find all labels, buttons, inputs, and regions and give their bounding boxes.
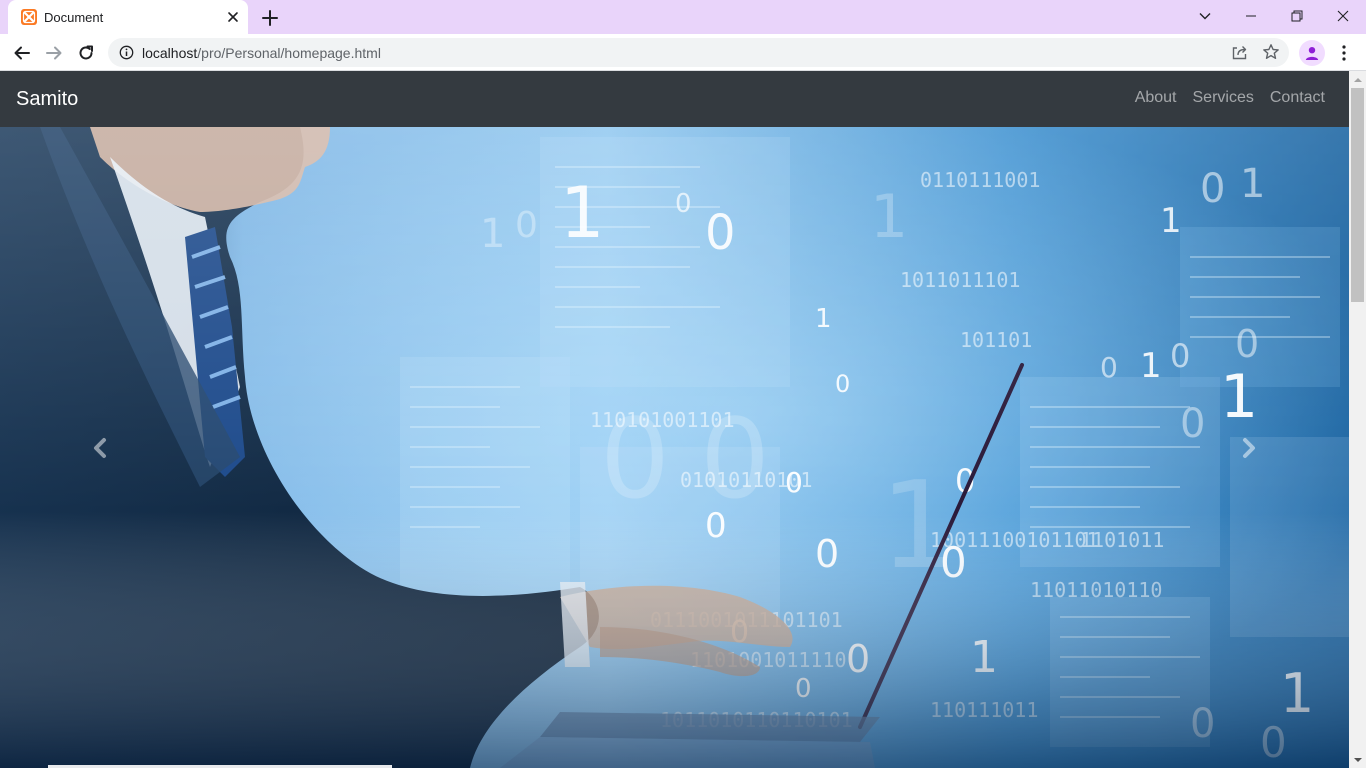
info-icon[interactable] (119, 45, 134, 60)
page-scrollbar[interactable] (1349, 71, 1366, 768)
reload-icon (79, 45, 93, 60)
chevron-down-icon (1199, 13, 1211, 20)
nav-link-about[interactable]: About (1135, 89, 1177, 107)
address-bar[interactable]: localhost/pro/Personal/homepage.html (108, 38, 1289, 67)
restore-icon (1291, 10, 1303, 22)
forward-button[interactable] (41, 40, 67, 66)
browser-toolbar: localhost/pro/Personal/homepage.html (0, 34, 1366, 71)
site-brand[interactable]: Samito (16, 88, 78, 111)
chevron-left-icon (94, 437, 106, 458)
hero-image: 1 0 0 1 0 1 1 1 0 0 1 0 0 0 0 0 0 0 0 0 (0, 127, 1349, 768)
nav-link-contact[interactable]: Contact (1270, 89, 1325, 107)
restore-button[interactable] (1274, 0, 1320, 32)
close-tab-icon[interactable] (224, 8, 242, 26)
close-window-button[interactable] (1320, 0, 1366, 32)
page-viewport: Samito About Services Contact (0, 71, 1349, 768)
arrow-left-icon (14, 46, 30, 60)
url-path: /pro/Personal/homepage.html (197, 45, 381, 61)
new-tab-icon[interactable] (259, 7, 281, 29)
back-button[interactable] (9, 40, 35, 66)
scroll-up-arrow-icon (1353, 77, 1362, 82)
browser-menu-button[interactable] (1334, 41, 1354, 65)
scroll-down-arrow-icon (1353, 757, 1362, 762)
scroll-down-button[interactable] (1349, 751, 1366, 768)
chevron-right-icon (1243, 437, 1255, 458)
tab-title: Document (44, 10, 104, 25)
reload-button[interactable] (73, 40, 99, 66)
minimize-button[interactable] (1228, 0, 1274, 32)
site-navbar: Samito About Services Contact (0, 71, 1349, 127)
arrow-right-icon (46, 46, 62, 60)
nav-link-services[interactable]: Services (1193, 89, 1254, 107)
more-vertical-icon (1342, 45, 1346, 61)
profile-avatar[interactable] (1299, 40, 1325, 66)
carousel-next-button[interactable] (1149, 127, 1349, 768)
url-host: localhost (142, 45, 198, 61)
tab-search-button[interactable] (1182, 0, 1228, 32)
carousel-prev-button[interactable] (0, 127, 200, 768)
bookmark-star-icon[interactable] (1262, 43, 1280, 61)
hero-carousel: 1 0 0 1 0 1 1 1 0 0 1 0 0 0 0 0 0 0 0 0 (0, 127, 1349, 768)
minimize-icon (1246, 15, 1256, 17)
browser-tab[interactable]: Document (8, 0, 248, 34)
close-icon (1337, 10, 1349, 22)
nav-links: About Services Contact (1135, 89, 1325, 107)
url-text[interactable]: localhost/pro/Personal/homepage.html (142, 45, 381, 61)
xampp-icon (21, 9, 37, 25)
share-icon[interactable] (1231, 44, 1248, 61)
scrollbar-thumb[interactable] (1351, 88, 1364, 302)
person-icon (1305, 47, 1319, 60)
scroll-up-button[interactable] (1349, 71, 1366, 88)
tab-strip: Document (0, 0, 1366, 34)
